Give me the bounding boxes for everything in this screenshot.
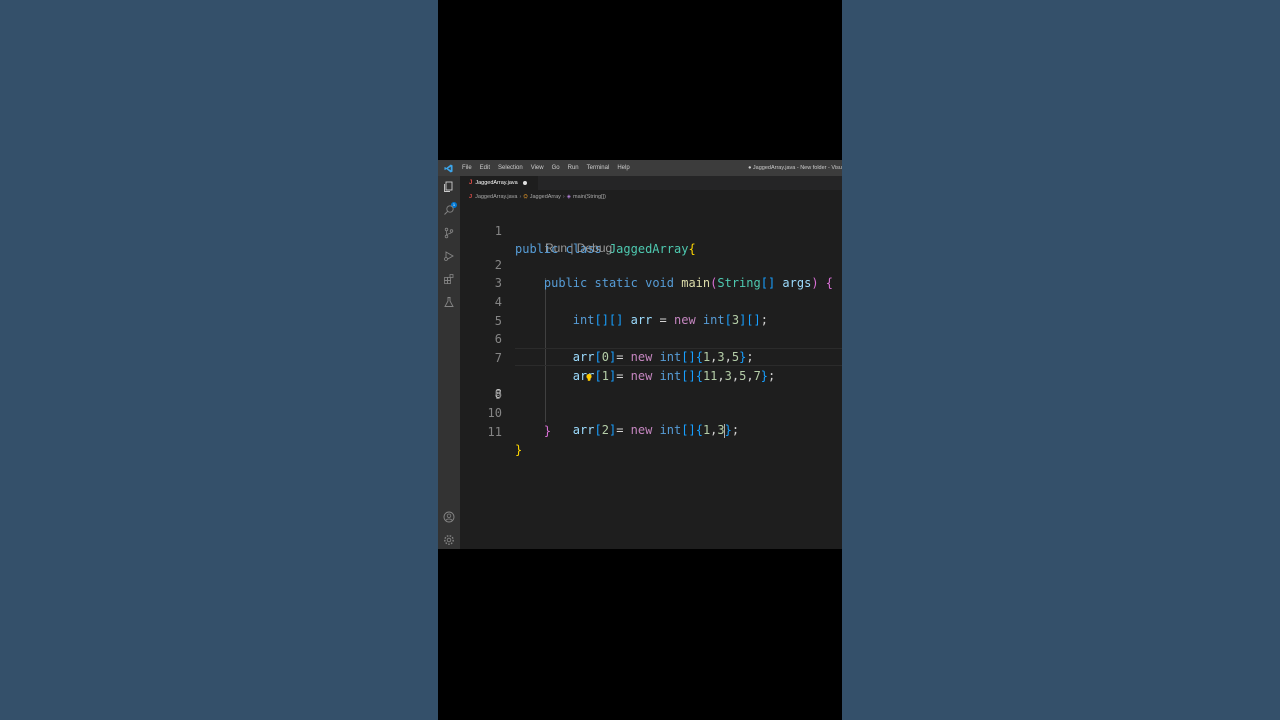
code-line: 3 (460, 256, 842, 290)
code-text: } (515, 443, 523, 457)
lightbulb-icon[interactable] (513, 352, 592, 381)
code-line: 5 (460, 294, 842, 328)
settings-gear-icon[interactable] (443, 534, 455, 546)
title-bar: File Edit Selection View Go Run Terminal… (438, 160, 842, 176)
code-line: 2 public static void main(String[] args)… (460, 238, 842, 290)
background-right (842, 0, 1280, 720)
breadcrumb-method[interactable]: main(String[]) (573, 194, 606, 200)
vscode-logo-icon (442, 162, 454, 174)
menu-go[interactable]: Go (552, 165, 560, 171)
background-left (0, 0, 438, 720)
window-title: ● JaggedArray.java - New folder - Visu (748, 165, 842, 171)
account-icon[interactable] (443, 511, 455, 523)
java-file-icon: J (469, 194, 473, 200)
chevron-right-icon: › (519, 194, 522, 200)
tab-jaggedarray-java[interactable]: J JaggedArray.java (460, 176, 538, 190)
menu-edit[interactable]: Edit (480, 165, 490, 171)
extensions-icon[interactable] (443, 273, 455, 285)
menu-file[interactable]: File (462, 165, 472, 171)
code-text: } (543, 424, 552, 438)
search-icon[interactable] (443, 204, 455, 216)
menu-run[interactable]: Run (568, 165, 579, 171)
tab-bar: J JaggedArray.java (460, 176, 842, 190)
breadcrumb: J JaggedArray.java › ⛭ JaggedArray › ◈ m… (460, 190, 842, 204)
java-file-icon: J (469, 180, 473, 186)
testing-icon[interactable] (443, 296, 455, 308)
class-symbol-icon: ⛭ (523, 193, 528, 200)
method-symbol-icon: ◈ (566, 194, 571, 200)
code-line: 7 arr[1]= new int[]{11,3,5,7}; (460, 331, 842, 383)
menu-view[interactable]: View (531, 165, 544, 171)
breadcrumb-class[interactable]: JaggedArray (530, 194, 561, 200)
current-line-highlight (515, 348, 842, 366)
tab-label: JaggedArray.java (475, 180, 518, 186)
menu-selection[interactable]: Selection (498, 165, 523, 171)
vscode-window: File Edit Selection View Go Run Terminal… (438, 160, 842, 549)
code-line: 9 (460, 368, 842, 402)
code-line: 11 } (460, 405, 842, 457)
line-number: 11 (487, 425, 502, 439)
files-icon[interactable] (443, 181, 455, 193)
video-frame: File Edit Selection View Go Run Terminal… (438, 0, 842, 720)
code-line: 6 arr[0]= new int[]{1,3,5}; (460, 312, 842, 364)
menu-help[interactable]: Help (617, 165, 629, 171)
codelens-line: Run | Debug (460, 221, 842, 255)
menu-terminal[interactable]: Terminal (587, 165, 610, 171)
source-control-icon[interactable] (443, 227, 455, 239)
code-line: 1 public class JaggedArray{ (460, 204, 842, 256)
code-line: 10 } (460, 386, 842, 438)
code-editor[interactable]: 1 public class JaggedArray{ Run | Debug … (460, 204, 842, 549)
breadcrumb-file[interactable]: JaggedArray.java (475, 194, 517, 200)
activity-bar: 1 (438, 176, 460, 549)
chevron-right-icon: › (562, 194, 565, 200)
code-line-current: 8 arr[2]= new int[]{1,3}; (460, 348, 842, 438)
run-debug-icon[interactable] (443, 250, 455, 262)
code-line: 4 int[][] arr = new int[3][]; (460, 275, 842, 327)
unsaved-dot-icon[interactable] (522, 181, 527, 185)
